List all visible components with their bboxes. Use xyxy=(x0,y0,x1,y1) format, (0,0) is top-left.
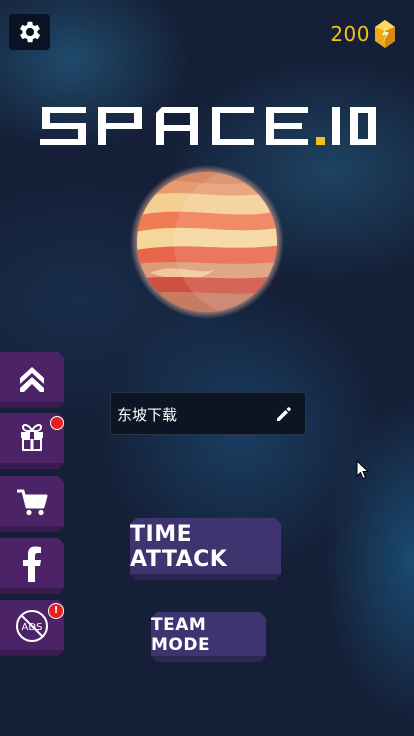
button-shadow xyxy=(0,463,64,469)
mouse-cursor-icon xyxy=(356,460,370,480)
button-shadow xyxy=(0,526,64,532)
button-shadow xyxy=(0,588,64,594)
settings-button[interactable] xyxy=(9,14,50,50)
button-shadow xyxy=(151,656,266,662)
pencil-icon[interactable] xyxy=(275,405,293,423)
team-mode-button[interactable]: TEAM MODE xyxy=(151,612,266,662)
upgrade-button[interactable] xyxy=(0,352,64,408)
double-chevron-up-icon xyxy=(20,367,44,392)
no-ads-label: ADS xyxy=(22,622,43,633)
facebook-icon xyxy=(23,546,41,582)
facebook-button[interactable] xyxy=(0,538,64,594)
shop-button[interactable] xyxy=(0,476,64,532)
coin-count: 200 xyxy=(330,22,370,46)
coin-counter: 200 xyxy=(330,18,396,50)
button-shadow xyxy=(0,402,64,408)
logo-graphic xyxy=(40,107,376,145)
player-name-field[interactable]: 东坡下载 xyxy=(110,392,306,435)
game-logo xyxy=(40,105,376,147)
button-shadow xyxy=(0,650,64,656)
ads-notification-badge: ! xyxy=(48,603,64,619)
cart-icon xyxy=(17,489,48,516)
gear-icon xyxy=(19,21,40,43)
team-mode-label: TEAM MODE xyxy=(151,615,211,655)
crystal-coin-icon xyxy=(375,20,395,48)
gift-notification-badge xyxy=(50,416,64,430)
planet-image xyxy=(130,165,284,319)
player-name: 东坡下载 xyxy=(117,406,178,424)
time-attack-button[interactable]: TIME ATTACK xyxy=(130,518,281,580)
no-ads-icon: ADS xyxy=(16,610,48,642)
button-shadow xyxy=(130,574,281,580)
time-attack-label: TIME ATTACK xyxy=(130,522,228,572)
gift-icon xyxy=(21,423,43,451)
